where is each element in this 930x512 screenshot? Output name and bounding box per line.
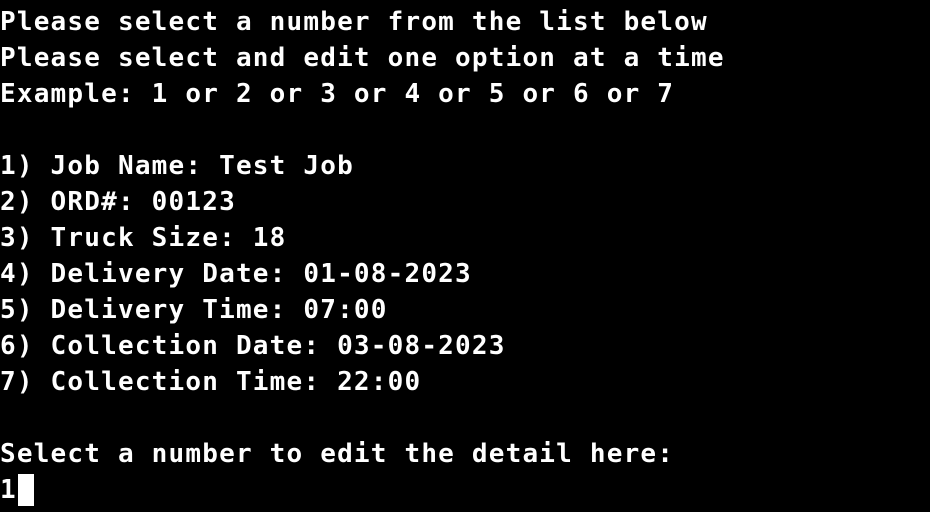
input-prompt: Select a number to edit the detail here: (0, 439, 675, 469)
terminal-window[interactable]: Please select a number from the list bel… (0, 4, 930, 512)
prompt-select-number: Please select a number from the list bel… (0, 7, 708, 37)
option-collection-date: 6) Collection Date: 03-08-2023 (0, 331, 506, 361)
option-truck-size: 3) Truck Size: 18 (0, 223, 287, 253)
input-value[interactable]: 1 (0, 472, 17, 508)
option-job-name: 1) Job Name: Test Job (0, 151, 354, 181)
option-delivery-time: 5) Delivery Time: 07:00 (0, 295, 388, 325)
option-ord-number: 2) ORD#: 00123 (0, 187, 236, 217)
option-collection-time: 7) Collection Time: 22:00 (0, 367, 422, 397)
option-delivery-date: 4) Delivery Date: 01-08-2023 (0, 259, 472, 289)
prompt-edit-one-option: Please select and edit one option at a t… (0, 43, 725, 73)
command-input[interactable]: 1 (0, 472, 930, 508)
prompt-example: Example: 1 or 2 or 3 or 4 or 5 or 6 or 7 (0, 79, 675, 109)
text-cursor (17, 474, 34, 506)
